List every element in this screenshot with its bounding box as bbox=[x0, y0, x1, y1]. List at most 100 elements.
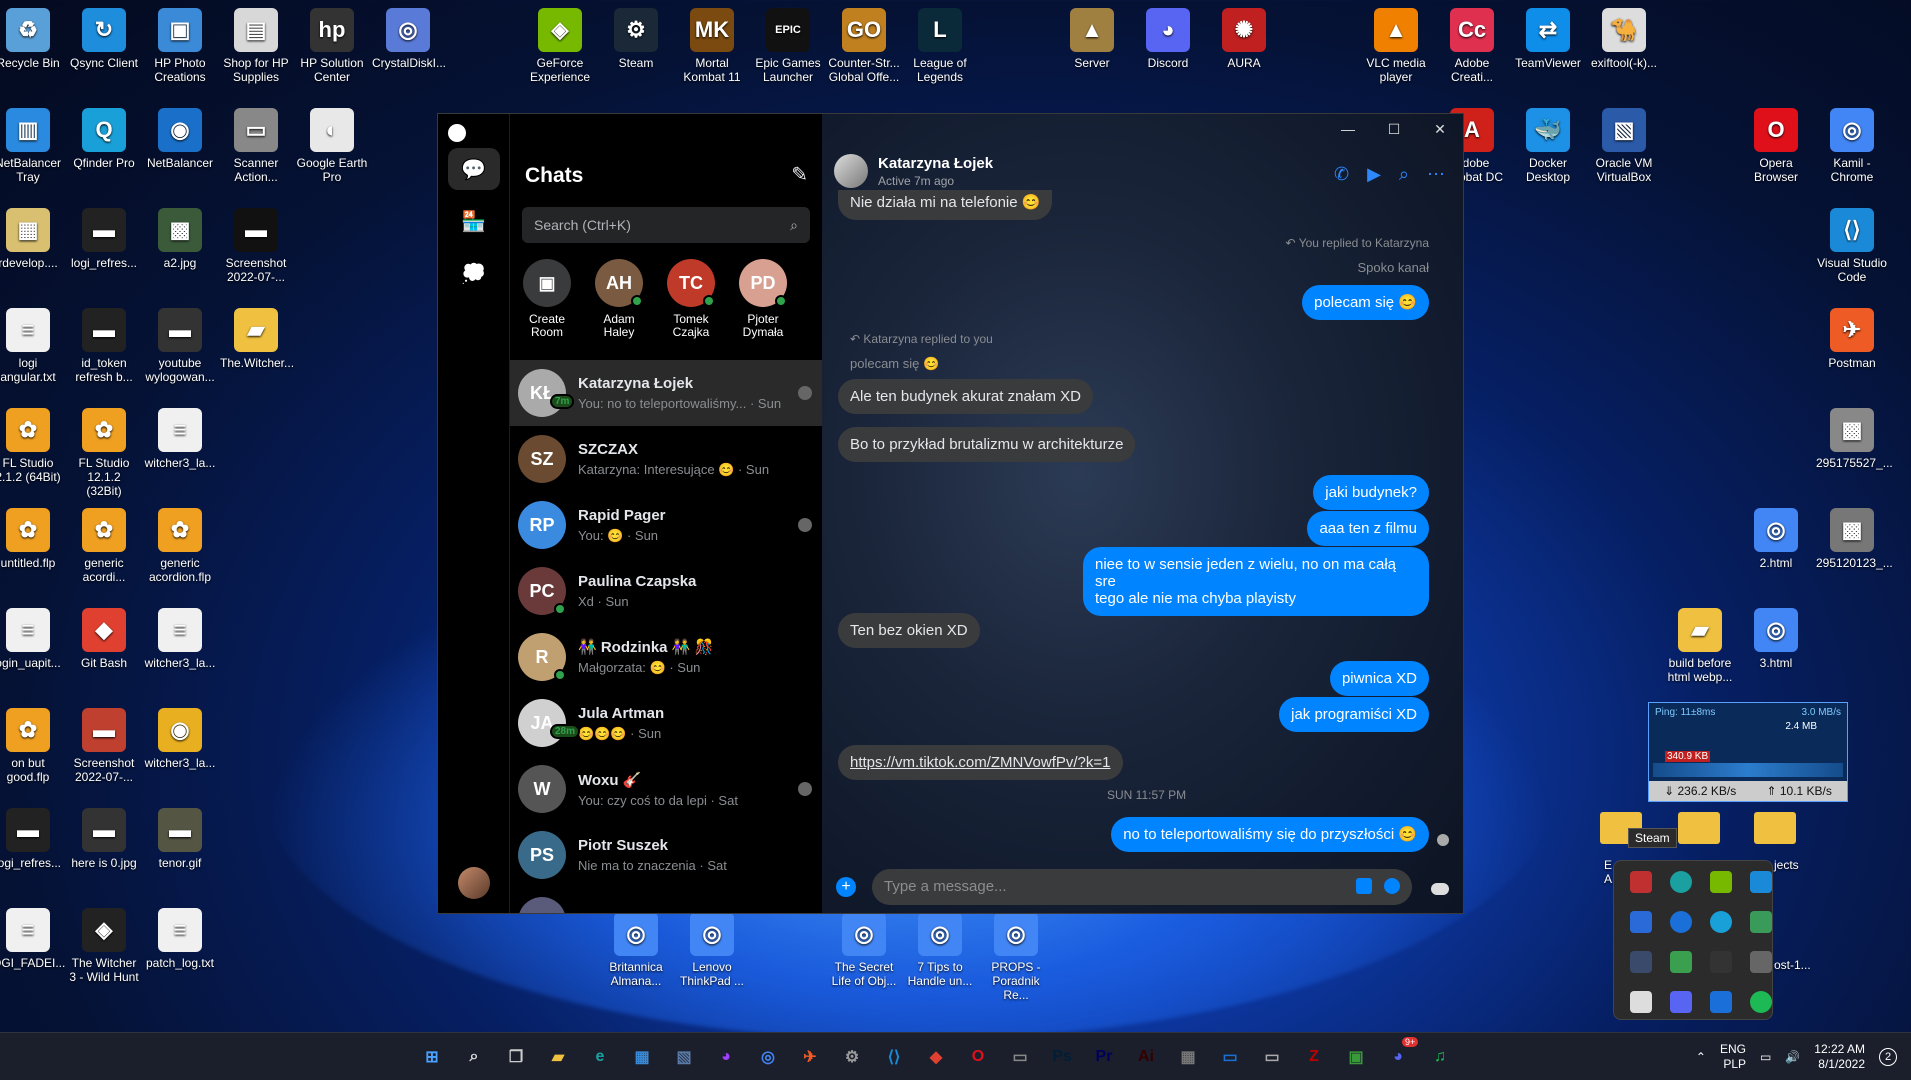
desktop-icon[interactable]: ▬ Screenshot 2022-07-... bbox=[68, 708, 140, 784]
message-out[interactable]: aaa ten z filmu bbox=[1307, 511, 1429, 546]
emoji-icon[interactable] bbox=[1384, 878, 1400, 894]
desktop-icon[interactable]: EPIC Epic Games Launcher bbox=[752, 8, 824, 84]
story-item[interactable]: AH Adam Haley bbox=[594, 259, 644, 349]
desktop-icon[interactable]: ♻ Recycle Bin bbox=[0, 8, 64, 70]
defender-tray-icon[interactable] bbox=[1630, 911, 1652, 933]
conversation-item[interactable]: RS Robert Stanisławek bbox=[510, 888, 822, 913]
opera-icon[interactable]: O bbox=[962, 1041, 994, 1073]
git-icon[interactable]: ◆ bbox=[920, 1041, 952, 1073]
desktop-icon[interactable]: ⇄ TeamViewer bbox=[1512, 8, 1584, 70]
folder-icon[interactable] bbox=[1678, 812, 1720, 844]
desktop-icon[interactable]: ▰ build before html webp... bbox=[1664, 608, 1736, 684]
clock[interactable]: 12:22 AM 8/1/2022 bbox=[1814, 1042, 1865, 1072]
desktop-icon[interactable]: ↻ Qsync Client bbox=[68, 8, 140, 70]
desktop-icon[interactable]: ◎ 7 Tips to Handle un... bbox=[904, 912, 976, 988]
notification-badge[interactable]: 2 bbox=[1879, 1048, 1897, 1066]
desktop-icon[interactable]: ✿ untitled.flp bbox=[0, 508, 64, 570]
desktop-icon[interactable]: ✿ generic acordion.flp bbox=[144, 508, 216, 584]
search-input[interactable]: Search (Ctrl+K) ⌕ bbox=[522, 207, 810, 243]
desktop-icon[interactable]: ✺ AURA bbox=[1208, 8, 1280, 70]
task-view-icon[interactable]: ❐ bbox=[500, 1041, 532, 1073]
link-tray-icon[interactable] bbox=[1750, 951, 1772, 973]
search-icon[interactable]: ⌕ bbox=[458, 1041, 490, 1073]
desktop-icon[interactable]: ▬ here is 0.jpg bbox=[68, 808, 140, 870]
epic-tray-icon[interactable] bbox=[1710, 951, 1732, 973]
desktop-icon[interactable]: ▬ tenor.gif bbox=[144, 808, 216, 870]
conversation-item[interactable]: RP Rapid Pager You: 😊 · Sun bbox=[510, 492, 822, 558]
conversation-item[interactable]: PC Paulina Czapska Xd · Sun bbox=[510, 558, 822, 624]
folder-icon[interactable] bbox=[1754, 812, 1796, 844]
like-icon[interactable] bbox=[1431, 883, 1449, 895]
video-icon[interactable]: ▶ bbox=[1367, 164, 1381, 185]
edge-tray-icon[interactable] bbox=[1670, 871, 1692, 893]
desktop-icon[interactable]: ◉ witcher3_la... bbox=[144, 708, 216, 770]
desktop-icon[interactable]: ⚙ Steam bbox=[600, 8, 672, 70]
desktop-icon[interactable]: Q Qfinder Pro bbox=[68, 108, 140, 170]
minimize-button[interactable]: — bbox=[1325, 114, 1371, 144]
message-in[interactable]: Ten bez okien XD bbox=[838, 613, 980, 648]
chevron-up-icon[interactable]: ⌃ bbox=[1696, 1050, 1706, 1064]
desktop-icon[interactable]: ▩ 295120123_... bbox=[1816, 508, 1893, 570]
discord-tray-icon[interactable] bbox=[1670, 991, 1692, 1013]
desktop-icon[interactable]: ▬ logi_refres... bbox=[0, 808, 64, 870]
phone-icon[interactable]: ✆ bbox=[1334, 164, 1349, 185]
desktop-icon[interactable]: ▰ The.Witcher... bbox=[220, 308, 294, 370]
app-icon[interactable]: ▭ bbox=[1214, 1041, 1246, 1073]
desktop-icon[interactable]: ≡ OGI_FADEI... bbox=[0, 908, 65, 970]
desktop-icon[interactable]: ▣ HP Photo Creations bbox=[144, 8, 216, 84]
volume-icon[interactable]: 🔊 bbox=[1785, 1050, 1800, 1064]
story-item[interactable]: ▣ Create Room bbox=[522, 259, 572, 349]
desktop-icon[interactable]: ▲ VLC media player bbox=[1360, 8, 1432, 84]
qfinder-tray-icon[interactable] bbox=[1710, 911, 1732, 933]
calculator-icon[interactable]: ▦ bbox=[1172, 1041, 1204, 1073]
conversation-item[interactable]: JA 28m Jula Artman 😊😊😊 · Sun bbox=[510, 690, 822, 756]
premiere-icon[interactable]: Pr bbox=[1088, 1041, 1120, 1073]
desktop-icon[interactable]: ◉ NetBalancer bbox=[144, 108, 216, 170]
desktop-icon[interactable]: ▩ 295175527_... bbox=[1816, 408, 1893, 470]
app-tray-icon[interactable] bbox=[1750, 911, 1772, 933]
message-input[interactable]: Type a message... bbox=[872, 869, 1412, 905]
steam-tray-icon[interactable] bbox=[1630, 951, 1652, 973]
desktop-icon[interactable]: ≡ logi angular.txt bbox=[0, 308, 64, 384]
desktop-icon[interactable]: ◕ Discord bbox=[1132, 8, 1204, 70]
search-icon[interactable]: ⌕ bbox=[1399, 164, 1409, 185]
desktop-icon[interactable]: ▬ logi_refres... bbox=[68, 208, 140, 270]
chats-nav-icon[interactable]: 💬 bbox=[447, 148, 500, 190]
desktop-icon[interactable]: ◎ The Secret Life of Obj... bbox=[828, 912, 900, 988]
sticker-icon[interactable] bbox=[1356, 878, 1372, 894]
desktop-icon[interactable]: ✈ Postman bbox=[1816, 308, 1888, 370]
illustrator-icon[interactable]: Ai bbox=[1130, 1041, 1162, 1073]
desktop-icon[interactable]: ▦ rdevelop.... bbox=[0, 208, 64, 270]
desktop-icon[interactable]: L League of Legends bbox=[904, 8, 976, 84]
desktop-icon[interactable]: ▲ Server bbox=[1056, 8, 1128, 70]
desktop-icon[interactable]: ◎ 2.html bbox=[1740, 508, 1812, 570]
bluetooth-icon[interactable] bbox=[1670, 911, 1692, 933]
conversation-item[interactable]: KŁ 7m Katarzyna Łojek You: no to teleportow… bbox=[510, 360, 822, 426]
desktop-icon[interactable]: ▩ a2.jpg bbox=[144, 208, 216, 270]
desktop-icon[interactable]: ⟨⟩ Visual Studio Code bbox=[1816, 208, 1888, 284]
app-tray-icon[interactable] bbox=[1710, 991, 1732, 1013]
photoshop-icon[interactable]: Ps bbox=[1046, 1041, 1078, 1073]
desktop-icon[interactable]: ≡ witcher3_la... bbox=[144, 608, 216, 670]
app-icon[interactable]: ▭ bbox=[1004, 1041, 1036, 1073]
message-out[interactable]: jak programiści XD bbox=[1279, 697, 1429, 732]
file-explorer-icon[interactable]: ▰ bbox=[542, 1041, 574, 1073]
desktop-icon[interactable]: ✿ on but good.flp bbox=[0, 708, 64, 784]
desktop-icon[interactable]: 🐪 exiftool(-k)... bbox=[1588, 8, 1660, 70]
messenger-icon[interactable]: ◕ bbox=[710, 1041, 742, 1073]
marketplace-nav-icon[interactable]: 🏪 bbox=[448, 200, 500, 242]
start-icon[interactable]: ⊞ bbox=[416, 1041, 448, 1073]
message-in[interactable]: Nie działa mi na telefonie 😊 bbox=[838, 190, 1053, 220]
profile-avatar[interactable] bbox=[458, 867, 490, 899]
message-out[interactable]: niee to w sensie jeden z wielu, no on ma… bbox=[1083, 547, 1429, 616]
app-icon[interactable]: ▭ bbox=[1256, 1041, 1288, 1073]
edge-icon[interactable]: e bbox=[584, 1041, 616, 1073]
desktop-icon[interactable]: ≡ patch_log.txt bbox=[144, 908, 216, 970]
message-out[interactable]: no to teleportowaliśmy się do przyszłośc… bbox=[1111, 817, 1429, 852]
filezilla-icon[interactable]: Z bbox=[1298, 1041, 1330, 1073]
desktop-icon[interactable]: ▭ Scanner Action... bbox=[220, 108, 292, 184]
settings-icon[interactable]: ⚙ bbox=[836, 1041, 868, 1073]
contact-name[interactable]: Katarzyna Łojek bbox=[878, 155, 993, 172]
app-icon[interactable]: ▧ bbox=[668, 1041, 700, 1073]
app-tray-icon[interactable] bbox=[1630, 991, 1652, 1013]
